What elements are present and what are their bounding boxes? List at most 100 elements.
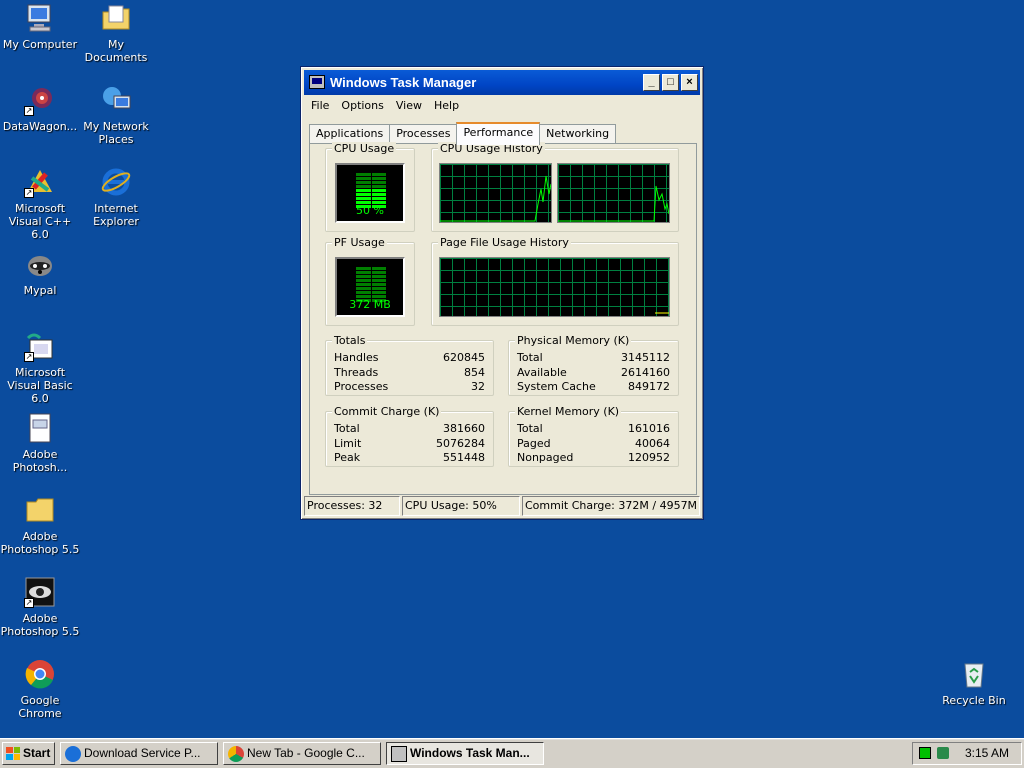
meter-bar-row xyxy=(356,173,386,176)
pf-history-title: Page File Usage History xyxy=(438,236,571,249)
stat-label: System Cache xyxy=(517,380,596,393)
visual-cpp-icon: ↗ xyxy=(24,166,56,198)
task-label: Windows Task Man... xyxy=(410,746,530,760)
stat-label: Available xyxy=(517,365,567,379)
desktop-icon-adobe-photoshop-folder[interactable]: Adobe Photoshop 5.5 xyxy=(0,494,80,556)
network-places-icon xyxy=(100,84,132,116)
stat-label: Nonpaged xyxy=(517,451,574,464)
totals-title: Totals xyxy=(332,334,368,347)
close-button[interactable]: × xyxy=(681,74,698,91)
tab-performance[interactable]: Performance xyxy=(456,122,541,145)
tab-strip: Applications Processes Performance Netwo… xyxy=(309,122,617,145)
taskbar-button-google-chrome[interactable]: New Tab - Google C... xyxy=(223,742,381,765)
pf-usage-meter: 372 MB xyxy=(335,257,405,317)
internet-explorer-icon xyxy=(100,166,132,198)
kernel-memory-stats: Total 161016 Paged 40064 Nonpaged 120952 xyxy=(517,422,670,466)
visual-basic-icon: ↗ xyxy=(24,330,56,362)
stat-row-total: Total 3145112 xyxy=(517,351,670,366)
tab-applications[interactable]: Applications xyxy=(309,124,391,144)
stat-value: 551448 xyxy=(443,451,485,464)
taskbar-button-download-service[interactable]: Download Service P... xyxy=(60,742,218,765)
menu-options[interactable]: Options xyxy=(335,96,389,116)
datawagon-icon: ↗ xyxy=(24,84,56,116)
stat-label: Total xyxy=(334,422,360,435)
stat-value: 854 xyxy=(464,365,485,379)
stat-row-available: Available 2614160 xyxy=(517,366,670,381)
cpu-usage-title: CPU Usage xyxy=(332,142,397,155)
kernel-memory-group: Kernel Memory (K) Total 161016 Paged 40064… xyxy=(508,405,679,467)
stat-row-total: Total 381660 xyxy=(334,422,485,437)
meter-bar-row xyxy=(356,271,386,274)
meter-bar-row xyxy=(356,291,386,294)
pf-usage-title: PF Usage xyxy=(332,236,387,249)
internet-explorer-icon xyxy=(65,746,81,762)
physical-memory-stats: Total 3145112 Available 2614160 System Cac… xyxy=(517,351,670,395)
pf-usage-group: PF Usage 372 MB xyxy=(325,236,415,326)
cpu-history-group: CPU Usage History xyxy=(431,142,679,232)
performance-panel: CPU Usage 50 % CPU Usage History PF Usag… xyxy=(309,142,697,495)
desktop-icon-datawagon[interactable]: ↗ DataWagon... xyxy=(0,84,80,133)
windows-logo-icon xyxy=(6,747,20,760)
stat-row-total: Total 161016 xyxy=(517,422,670,437)
maximize-button[interactable]: □ xyxy=(662,74,679,91)
desktop-icon-google-chrome[interactable]: Google Chrome xyxy=(0,658,80,720)
stat-row-limit: Limit 5076284 xyxy=(334,437,485,452)
stat-label: Processes xyxy=(334,380,389,393)
stat-row-paged: Paged 40064 xyxy=(517,437,670,452)
stat-value: 161016 xyxy=(628,422,670,435)
photoshop-icon: ↗ xyxy=(24,576,56,608)
cpu-history-graph-core-1 xyxy=(439,163,552,223)
stat-value: 40064 xyxy=(635,436,670,450)
my-computer-icon xyxy=(24,2,56,34)
kernel-memory-title: Kernel Memory (K) xyxy=(515,405,622,418)
shortcut-arrow-icon: ↗ xyxy=(24,106,34,116)
tab-processes[interactable]: Processes xyxy=(389,124,458,144)
desktop-icon-my-computer[interactable]: My Computer xyxy=(0,2,80,51)
task-label: Download Service P... xyxy=(84,746,201,760)
tab-networking[interactable]: Networking xyxy=(539,124,617,144)
desktop-icon-visual-basic[interactable]: ↗ Microsoft Visual Basic 6.0 xyxy=(0,330,80,405)
desktop-icon-network-places[interactable]: My Network Places xyxy=(76,84,156,146)
desktop-icon-visual-cpp[interactable]: ↗ Microsoft Visual C++ 6.0 xyxy=(0,166,80,241)
stat-row-threads: Threads 854 xyxy=(334,366,485,381)
task-manager-icon xyxy=(391,746,407,762)
commit-charge-title: Commit Charge (K) xyxy=(332,405,442,418)
document-icon xyxy=(24,412,56,444)
stat-label: Total xyxy=(517,351,543,364)
desktop-icon-my-documents[interactable]: My Documents xyxy=(76,2,156,64)
clock[interactable]: 3:15 AM xyxy=(965,746,1009,760)
stat-row-processes: Processes 32 xyxy=(334,380,485,395)
totals-stats: Handles 620845 Threads 854 Processes 32 xyxy=(334,351,485,395)
pf-history-line xyxy=(655,312,669,314)
desktop-icon-mypal[interactable]: Mypal xyxy=(0,248,80,297)
desktop-icon-adobe-photoshop[interactable]: ↗ Adobe Photoshop 5.5 xyxy=(0,576,80,638)
task-manager-tray-icon[interactable] xyxy=(919,747,931,759)
system-tray: 3:15 AM xyxy=(912,742,1022,765)
task-manager-window: Windows Task Manager _ □ × File Options … xyxy=(300,66,704,520)
stat-value: 2614160 xyxy=(621,365,670,379)
stat-label: Limit xyxy=(334,436,362,450)
cpu-usage-meter: 50 % xyxy=(335,163,405,223)
cpu-history-line-core-1 xyxy=(440,175,552,222)
desktop-icon-adobe-photoshop-file[interactable]: Adobe Photosh... xyxy=(0,412,80,474)
totals-group: Totals Handles 620845 Threads 854 Processe… xyxy=(325,334,494,396)
menu-view[interactable]: View xyxy=(390,96,428,116)
my-documents-icon xyxy=(100,2,132,34)
taskbar-button-task-manager[interactable]: Windows Task Man... xyxy=(386,742,544,765)
stat-label: Handles xyxy=(334,351,379,364)
title-bar[interactable]: Windows Task Manager _ □ × xyxy=(304,70,700,95)
start-button[interactable]: Start xyxy=(2,742,55,765)
shortcut-arrow-icon: ↗ xyxy=(24,598,34,608)
menu-help[interactable]: Help xyxy=(428,96,465,116)
recycle-bin-icon xyxy=(958,658,990,690)
menu-file[interactable]: File xyxy=(305,96,335,116)
cpu-usage-value: 50 % xyxy=(356,204,384,217)
network-tray-icon[interactable] xyxy=(937,747,949,759)
status-commit-charge: Commit Charge: 372M / 4957M xyxy=(522,496,700,516)
minimize-button[interactable]: _ xyxy=(643,74,660,91)
desktop-icon-internet-explorer[interactable]: Internet Explorer xyxy=(76,166,156,228)
shortcut-arrow-icon: ↗ xyxy=(24,188,34,198)
desktop-icon-recycle-bin[interactable]: Recycle Bin xyxy=(934,658,1014,707)
meter-bar-row xyxy=(356,197,386,200)
pf-usage-value: 372 MB xyxy=(349,298,391,311)
